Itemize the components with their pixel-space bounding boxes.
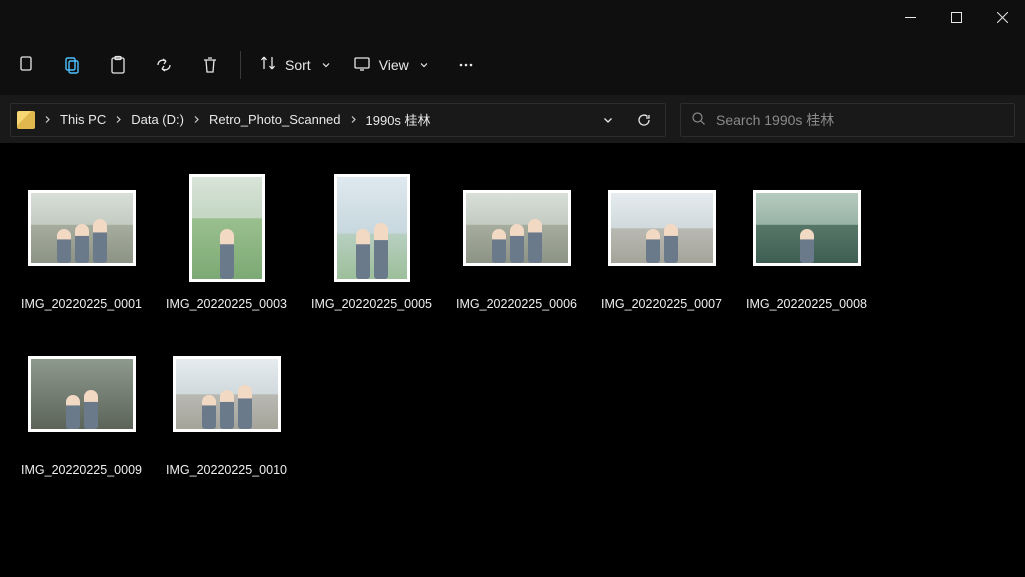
breadcrumb-segment[interactable]: Retro_Photo_Scanned bbox=[209, 112, 341, 127]
address-bar[interactable]: This PC Data (D:) Retro_Photo_Scanned 19… bbox=[10, 103, 666, 137]
view-icon bbox=[353, 54, 371, 75]
file-name: IMG_20220225_0009 bbox=[21, 462, 142, 480]
delete-button[interactable] bbox=[188, 43, 232, 87]
file-item[interactable]: IMG_20220225_0008 bbox=[735, 160, 878, 322]
search-input[interactable]: Search 1990s 桂林 bbox=[680, 103, 1015, 137]
search-icon bbox=[691, 111, 706, 129]
file-item[interactable]: IMG_20220225_0005 bbox=[300, 160, 443, 322]
view-button[interactable]: View bbox=[343, 43, 439, 87]
breadcrumb-segment[interactable]: This PC bbox=[60, 112, 106, 127]
more-button[interactable] bbox=[441, 43, 491, 87]
file-name: IMG_20220225_0007 bbox=[601, 296, 722, 314]
breadcrumb-segment[interactable]: Data (D:) bbox=[131, 112, 184, 127]
sort-button[interactable]: Sort bbox=[249, 43, 341, 87]
chevron-right-icon bbox=[112, 112, 125, 127]
navigation-row: This PC Data (D:) Retro_Photo_Scanned 19… bbox=[0, 96, 1025, 144]
folder-icon bbox=[17, 111, 35, 129]
title-bar bbox=[0, 0, 1025, 34]
thumbnail bbox=[304, 168, 439, 288]
paste-button[interactable] bbox=[96, 43, 140, 87]
close-button[interactable] bbox=[979, 0, 1025, 34]
file-name: IMG_20220225_0006 bbox=[456, 296, 577, 314]
minimize-button[interactable] bbox=[887, 0, 933, 34]
file-name: IMG_20220225_0005 bbox=[311, 296, 432, 314]
thumbnail bbox=[594, 168, 729, 288]
thumbnail bbox=[14, 334, 149, 454]
maximize-button[interactable] bbox=[933, 0, 979, 34]
thumbnail bbox=[14, 168, 149, 288]
sort-icon bbox=[259, 54, 277, 75]
copy-button[interactable] bbox=[50, 43, 94, 87]
chevron-down-icon bbox=[321, 57, 331, 73]
file-grid: IMG_20220225_0001 IMG_20220225_0003 IMG_20… bbox=[0, 144, 1025, 577]
chevron-right-icon bbox=[347, 112, 360, 127]
file-name: IMG_20220225_0010 bbox=[166, 462, 287, 480]
chevron-right-icon bbox=[190, 112, 203, 127]
breadcrumb-segment[interactable]: 1990s 桂林 bbox=[366, 110, 431, 129]
sort-label: Sort bbox=[285, 57, 311, 73]
file-item[interactable]: IMG_20220225_0003 bbox=[155, 160, 298, 322]
file-name: IMG_20220225_0001 bbox=[21, 296, 142, 314]
cut-button[interactable] bbox=[4, 43, 48, 87]
thumbnail bbox=[449, 168, 584, 288]
thumbnail bbox=[159, 168, 294, 288]
chevron-right-icon bbox=[41, 112, 54, 127]
file-item[interactable]: IMG_20220225_0010 bbox=[155, 326, 298, 488]
toolbar-separator bbox=[240, 51, 241, 79]
toolbar: Sort View bbox=[0, 34, 1025, 96]
refresh-button[interactable] bbox=[629, 105, 659, 135]
share-button[interactable] bbox=[142, 43, 186, 87]
file-name: IMG_20220225_0003 bbox=[166, 296, 287, 314]
file-item[interactable]: IMG_20220225_0006 bbox=[445, 160, 588, 322]
history-dropdown-button[interactable] bbox=[593, 105, 623, 135]
search-placeholder: Search 1990s 桂林 bbox=[716, 110, 834, 130]
thumbnail bbox=[159, 334, 294, 454]
file-item[interactable]: IMG_20220225_0001 bbox=[10, 160, 153, 322]
view-label: View bbox=[379, 57, 409, 73]
file-item[interactable]: IMG_20220225_0007 bbox=[590, 160, 733, 322]
file-name: IMG_20220225_0008 bbox=[746, 296, 867, 314]
thumbnail bbox=[739, 168, 874, 288]
file-item[interactable]: IMG_20220225_0009 bbox=[10, 326, 153, 488]
chevron-down-icon bbox=[419, 57, 429, 73]
